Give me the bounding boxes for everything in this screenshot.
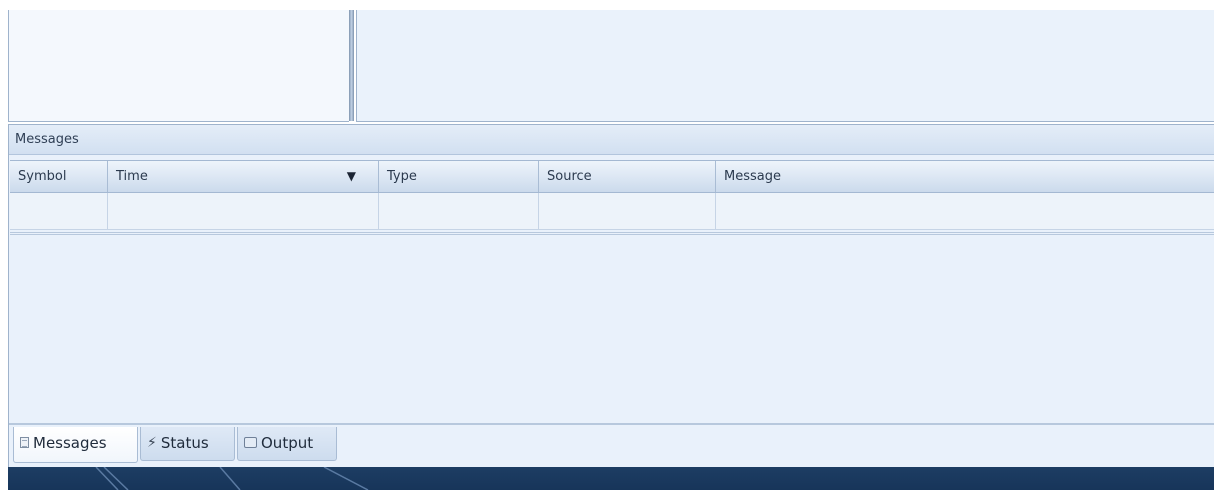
tab-messages-label: Messages xyxy=(33,434,107,452)
status-icon: ⚡ xyxy=(147,434,157,451)
tab-status-label: Status xyxy=(160,434,209,452)
grid-header-row: Symbol Time ▼ Type Source Message xyxy=(10,160,1214,193)
cell-message xyxy=(716,193,1214,229)
sort-descending-icon[interactable]: ▼ xyxy=(347,161,356,192)
row-separator xyxy=(10,230,1214,235)
right-pane xyxy=(356,10,1214,122)
column-header-symbol[interactable]: Symbol xyxy=(10,161,108,192)
column-header-message[interactable]: Message xyxy=(716,161,1214,192)
column-header-source[interactable]: Source xyxy=(539,161,716,192)
vertical-splitter[interactable] xyxy=(349,10,354,121)
tab-messages[interactable]: Messages xyxy=(13,427,138,463)
messages-grid: Symbol Time ▼ Type Source Message xyxy=(10,160,1214,242)
callout-lines xyxy=(95,467,369,490)
footer-bar xyxy=(8,467,1214,490)
cell-source xyxy=(539,193,716,229)
tab-status[interactable]: ⚡ Status xyxy=(140,427,235,461)
messages-panel: Messages Symbol Time ▼ Type Source Messa… xyxy=(8,124,1214,468)
monitor-icon xyxy=(244,437,257,448)
column-header-time-label: Time xyxy=(116,169,148,184)
column-header-time[interactable]: Time ▼ xyxy=(108,161,379,192)
cell-symbol xyxy=(10,193,108,229)
column-header-type[interactable]: Type xyxy=(379,161,539,192)
tab-output-label: Output xyxy=(261,434,314,452)
left-pane xyxy=(8,10,349,122)
tab-strip-divider xyxy=(9,423,1214,425)
table-row[interactable] xyxy=(10,193,1214,230)
tab-output[interactable]: Output xyxy=(237,427,337,461)
cell-time xyxy=(108,193,379,229)
cell-type xyxy=(379,193,539,229)
panel-title: Messages xyxy=(9,125,1214,155)
document-icon xyxy=(20,437,29,448)
